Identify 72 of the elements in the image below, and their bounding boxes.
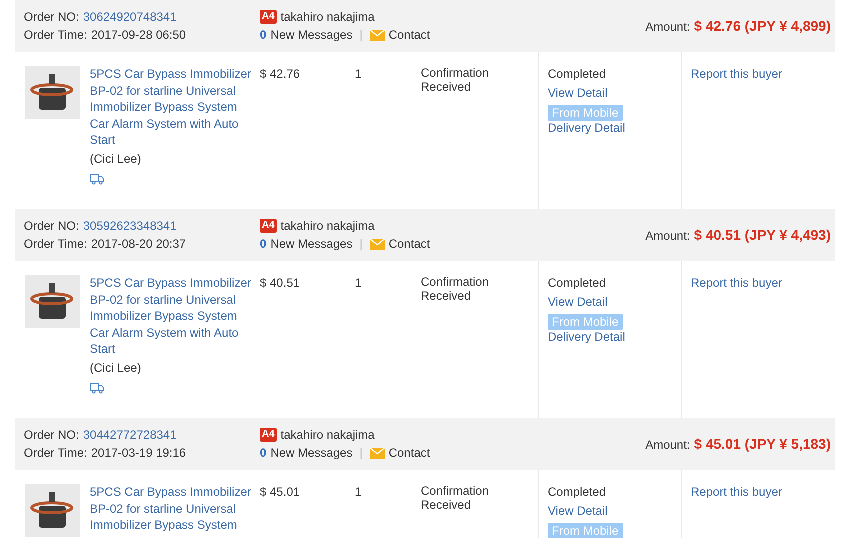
item-quantity: 1 <box>355 66 362 82</box>
product-photo <box>25 484 80 537</box>
separator: | <box>360 27 363 43</box>
message-count: 0 <box>260 445 267 461</box>
from-mobile-badge: From Mobile <box>548 314 623 330</box>
order-status: Completed <box>548 275 606 292</box>
seller-name: (Cici Lee) <box>90 150 142 167</box>
amount-label: Amount: <box>646 438 690 452</box>
contact-link[interactable]: Contact <box>388 27 430 43</box>
amount-value: $ 40.51 (JPY ¥ 4,493) <box>694 227 831 243</box>
message-count: 0 <box>260 236 267 252</box>
item-status: Confirmation Received <box>421 484 490 512</box>
amount-label: Amount: <box>646 229 690 243</box>
buyer-name: takahiro nakajima <box>280 218 375 234</box>
order-number-label: Order NO: <box>24 9 80 25</box>
seller-name: (Cici Lee) <box>90 360 142 376</box>
order-status: Completed <box>548 66 606 82</box>
item-status: Confirmation Received <box>421 66 490 94</box>
order-number-link[interactable]: 30442772728341 <box>83 427 177 443</box>
order-status: Completed <box>548 484 606 500</box>
product-title-link[interactable]: 5PCS Car Bypass Immobilizer BP-02 for starline Universal Immobilizer Bypass System <box>90 484 252 534</box>
view-detail-link[interactable]: View Detail <box>548 84 608 101</box>
envelope-icon <box>370 448 385 458</box>
item-status: Confirmation Received <box>421 275 490 303</box>
view-detail-link[interactable]: View Detail <box>548 294 608 310</box>
order-time: 2017-09-28 06:50 <box>91 27 186 43</box>
separator: | <box>360 236 363 252</box>
order-number-link[interactable]: 30592623348341 <box>83 218 177 234</box>
truck-icon[interactable] <box>90 173 105 185</box>
item-price: $ 42.76 <box>260 66 300 82</box>
order-number-link[interactable]: 30624920748341 <box>83 9 177 25</box>
buyer-level-badge: A4 <box>260 428 277 442</box>
delivery-detail-link[interactable]: Delivery Detail <box>548 329 626 346</box>
contact-link[interactable]: Contact <box>388 236 430 252</box>
product-photo <box>25 66 80 119</box>
product-photo <box>25 275 80 328</box>
amount-label: Amount: <box>646 20 690 34</box>
product-title-link[interactable]: 5PCS Car Bypass Immobilizer BP-02 for starline Universal Immobilizer Bypass System Car Alarm System with Auto Start <box>90 66 252 148</box>
view-detail-link[interactable]: View Detail <box>548 502 608 519</box>
item-price: $ 40.51 <box>260 275 300 292</box>
order-time: 2017-03-19 19:16 <box>91 445 186 461</box>
report-buyer-link[interactable]: Report this buyer <box>691 484 782 500</box>
envelope-icon <box>370 30 385 40</box>
buyer-level-badge: A4 <box>260 219 277 233</box>
order-time-label: Order Time: <box>24 236 88 252</box>
separator: | <box>360 445 363 461</box>
item-quantity: 1 <box>355 484 362 500</box>
messages-label: New Messages <box>270 445 353 461</box>
item-quantity: 1 <box>355 275 362 292</box>
messages-label: New Messages <box>270 236 353 252</box>
envelope-icon <box>370 238 385 250</box>
truck-icon[interactable] <box>90 382 105 394</box>
from-mobile-badge: From Mobile <box>548 523 623 538</box>
report-buyer-link[interactable]: Report this buyer <box>691 66 782 82</box>
buyer-name: takahiro nakajima <box>280 427 375 443</box>
messages-label: New Messages <box>270 27 353 43</box>
order-number-label: Order NO: <box>24 427 80 443</box>
amount-value: $ 45.01 (JPY ¥ 5,183) <box>694 436 831 452</box>
order-number-label: Order NO: <box>24 218 80 234</box>
message-count: 0 <box>260 27 267 43</box>
from-mobile-badge: From Mobile <box>548 105 623 121</box>
amount-value: $ 42.76 (JPY ¥ 4,899) <box>694 18 831 34</box>
contact-link[interactable]: Contact <box>388 445 430 461</box>
buyer-level-badge: A4 <box>260 10 277 24</box>
report-buyer-link[interactable]: Report this buyer <box>691 275 782 292</box>
order-time: 2017-08-20 20:37 <box>91 236 186 252</box>
item-price: $ 45.01 <box>260 484 300 500</box>
buyer-name: takahiro nakajima <box>280 9 375 25</box>
product-title-link[interactable]: 5PCS Car Bypass Immobilizer BP-02 for starline Universal Immobilizer Bypass System Car Alarm System with Auto Start <box>90 275 252 358</box>
order-time-label: Order Time: <box>24 445 88 461</box>
order-time-label: Order Time: <box>24 27 88 43</box>
delivery-detail-link[interactable]: Delivery Detail <box>548 120 626 136</box>
